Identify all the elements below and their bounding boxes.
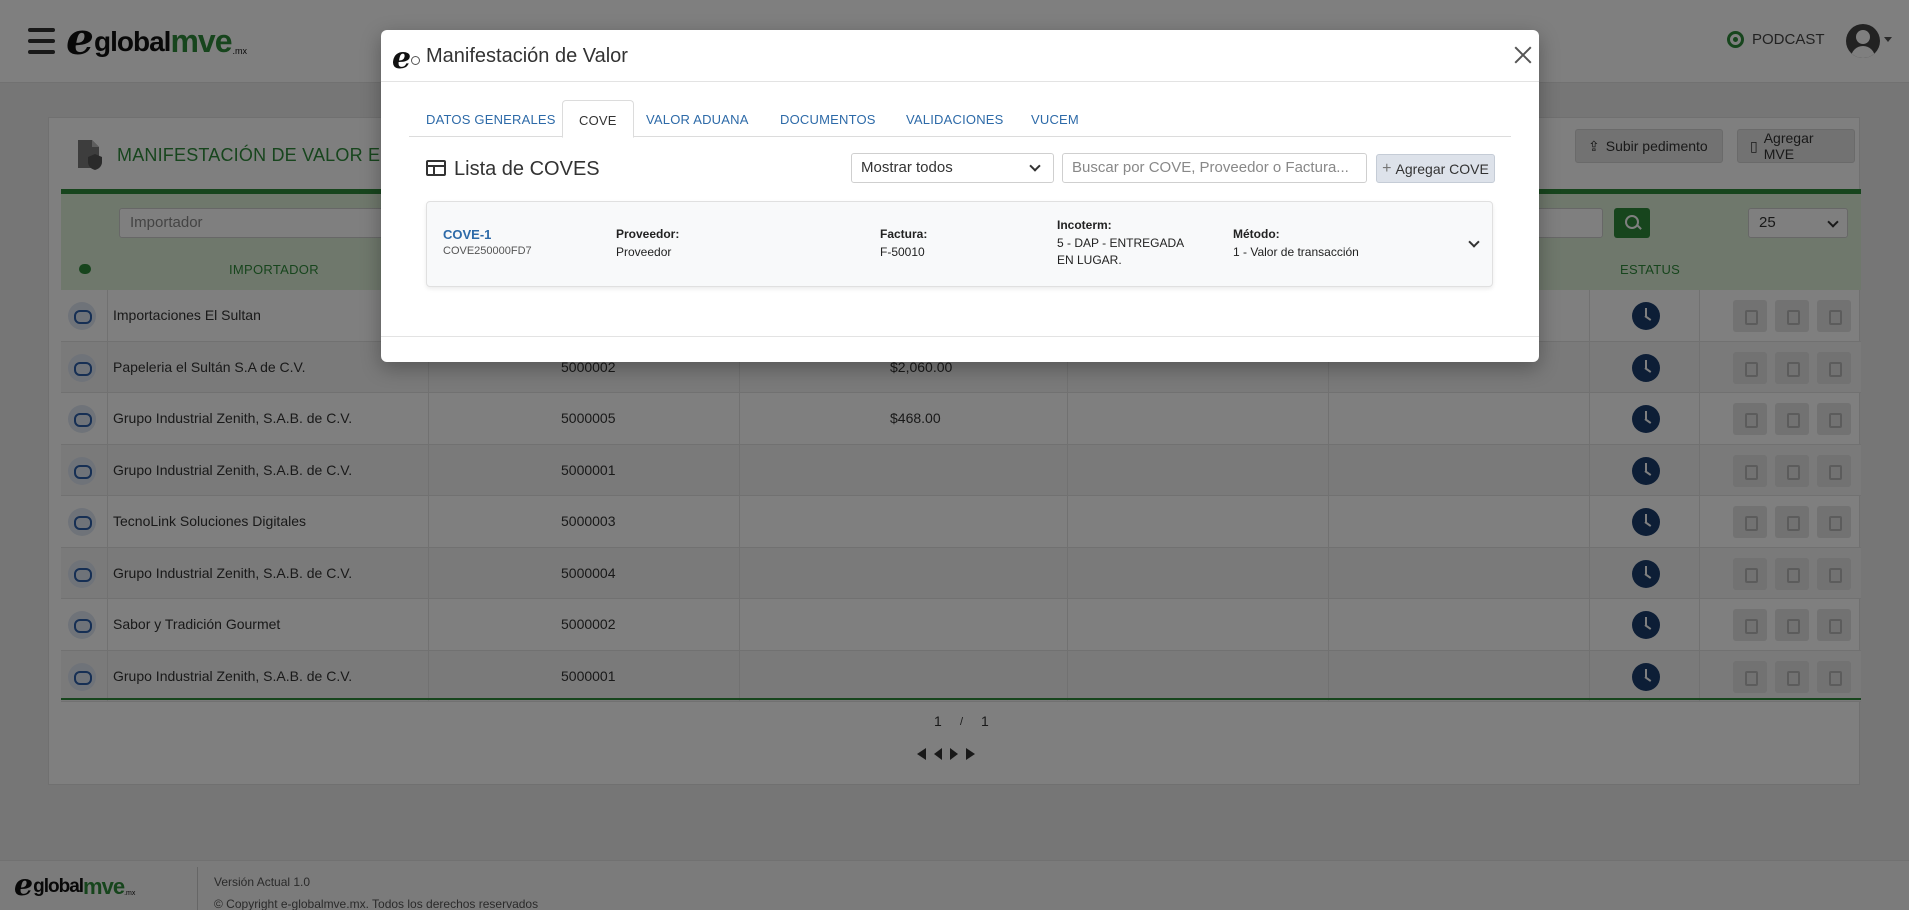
modal-header: e Manifestación de Valor: [381, 30, 1539, 82]
factura-label: Factura:: [880, 227, 928, 241]
tab-cove[interactable]: COVE: [562, 100, 634, 138]
table-icon: [426, 160, 446, 176]
brand-e-logo: e: [392, 41, 412, 76]
proveedor-label: Proveedor:: [616, 227, 680, 241]
add-cove-button[interactable]: + Agregar COVE: [1376, 154, 1495, 183]
chevron-down-icon[interactable]: [1468, 236, 1480, 248]
plus-icon: +: [1382, 159, 1392, 177]
modal-tabs: DATOS GENERALES COVE VALOR ADUANA DOCUME…: [409, 100, 1511, 138]
modal-title: Manifestación de Valor: [426, 45, 628, 67]
modal-footer-divider: [381, 336, 1539, 337]
factura-value: F-50010: [880, 245, 925, 259]
mve-modal: e Manifestación de Valor DATOS GENERALES…: [381, 30, 1539, 362]
cove-id: COVE250000FD7: [443, 245, 532, 257]
tab-documentos[interactable]: DOCUMENTOS: [780, 100, 876, 137]
cove-search-input[interactable]: Buscar por COVE, Proveedor o Factura...: [1062, 153, 1367, 183]
tab-validaciones[interactable]: VALIDACIONES: [906, 100, 1004, 137]
tab-valor-aduana[interactable]: VALOR ADUANA: [646, 100, 749, 137]
cove-filter-select[interactable]: Mostrar todos: [851, 153, 1054, 183]
cove-name[interactable]: COVE-1: [443, 227, 491, 242]
chevron-down-icon: [1029, 160, 1041, 172]
incoterm-value: 5 - DAP - ENTREGADA EN LUGAR.: [1057, 236, 1184, 267]
logo-mark-icon: [411, 56, 420, 65]
proveedor-value: Proveedor: [616, 245, 672, 259]
tab-datos-generales[interactable]: DATOS GENERALES: [426, 100, 556, 137]
cove-card[interactable]: COVE-1 COVE250000FD7 Proveedor: Proveedo…: [426, 201, 1493, 287]
incoterm-label: Incoterm:: [1057, 218, 1112, 232]
tab-vucem[interactable]: VUCEM: [1031, 100, 1079, 137]
cove-list-title: Lista de COVES: [454, 158, 600, 180]
metodo-label: Método:: [1233, 227, 1280, 241]
metodo-value: 1 - Valor de transacción: [1233, 245, 1359, 259]
close-icon[interactable]: [1514, 46, 1532, 64]
